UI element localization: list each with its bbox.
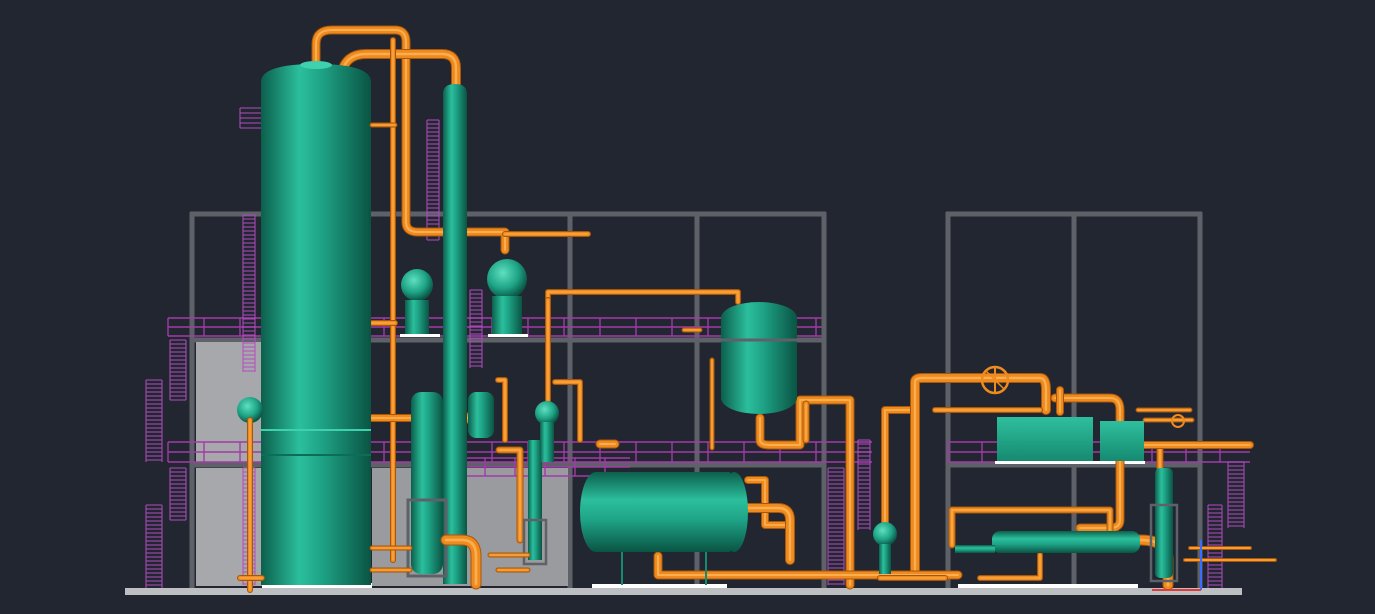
- ground-slab: [125, 588, 1242, 595]
- cad-model-viewport[interactable]: [0, 0, 1375, 614]
- main-column-vessel: [261, 61, 371, 585]
- process-plant-3d-model: [125, 25, 1277, 595]
- vertical-reactor-vessel: [721, 302, 797, 414]
- spherical-drum-2: [487, 259, 527, 334]
- pipe-segment: [978, 553, 1042, 580]
- spherical-drum-1: [401, 269, 433, 334]
- horizontal-storage-drum: [580, 472, 748, 585]
- valve-handwheel-icon[interactable]: [980, 365, 1010, 395]
- pipe-segment: [496, 378, 507, 442]
- reboiler-vessel: [406, 392, 448, 578]
- pipe-segment: [979, 554, 1041, 579]
- separator-drum: [468, 392, 494, 438]
- spherical-drum-5: [873, 522, 897, 574]
- pipe-segment: [977, 552, 1043, 581]
- pipe-segment: [546, 290, 740, 304]
- heat-exchanger: [955, 531, 1140, 553]
- pump-skid-boxes: [997, 417, 1144, 461]
- pipe-segment: [744, 476, 794, 564]
